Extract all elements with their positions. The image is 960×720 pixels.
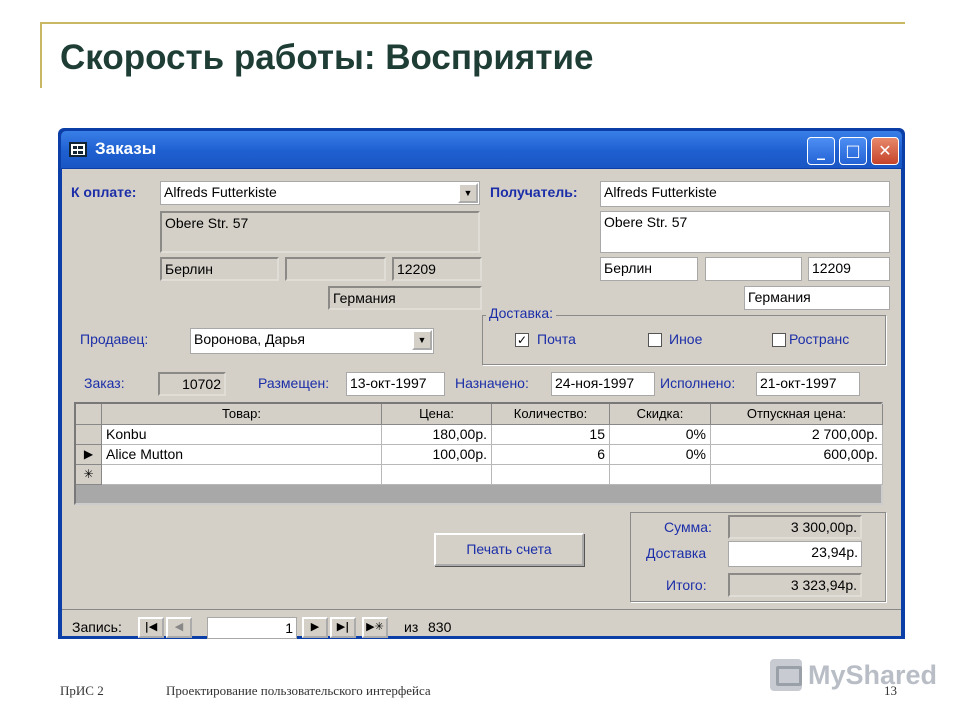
new-record-icon[interactable]: ▶✳ (362, 617, 388, 638)
recipient-label: Получатель: (490, 184, 578, 200)
billing-region-field[interactable] (285, 257, 386, 281)
window-title: Заказы (95, 139, 157, 158)
billing-customer-combo[interactable]: Alfreds Futterkiste ▼ (160, 181, 480, 205)
due-label: Назначено: (455, 375, 529, 391)
shipping-option-1-checkbox[interactable] (648, 333, 662, 347)
recipient-name-field[interactable]: Alfreds Futterkiste (600, 181, 890, 207)
record-number-field[interactable]: 1 (207, 617, 297, 639)
grid-header-total[interactable]: Отпускная цена: (711, 404, 883, 425)
shipping-option-1-label: Иное (669, 331, 703, 347)
grid-header-price[interactable]: Цена: (382, 404, 492, 425)
last-record-icon[interactable]: ▶| (330, 617, 356, 638)
total-field[interactable]: 3 323,94р. (728, 573, 862, 597)
order-label: Заказ: (84, 375, 125, 391)
footer-center: Проектирование пользовательского интерфе… (166, 683, 431, 698)
seller-combo[interactable]: Воронова, Дарья ▼ (190, 328, 434, 354)
form-body: К оплате: Alfreds Futterkiste ▼ Obere St… (62, 169, 901, 639)
slide-top-rule (40, 22, 905, 24)
table-cell-price[interactable]: 180,00р. (382, 425, 492, 445)
total-label: Итого: (666, 577, 707, 593)
due-date-field[interactable]: 24-ноя-1997 (551, 372, 655, 396)
billing-label: К оплате: (71, 184, 137, 200)
chevron-down-icon[interactable]: ▼ (412, 330, 432, 350)
shipping-option-0-label: Почта (537, 331, 576, 347)
table-cell-discount[interactable]: 0% (610, 425, 711, 445)
shipping-label: Доставка: (486, 305, 557, 321)
prev-record-icon[interactable]: ◀ (166, 617, 192, 638)
record-count: 830 (428, 619, 452, 635)
new-row-cell[interactable] (102, 465, 382, 485)
print-invoice-button[interactable]: Печать счета (434, 533, 584, 566)
grid-corner (76, 404, 102, 425)
next-record-icon[interactable]: ▶ (302, 617, 328, 638)
form-icon (69, 142, 87, 157)
billing-address-field[interactable]: Obere Str. 57 (160, 211, 480, 253)
table-cell-quantity[interactable]: 6 (492, 445, 610, 465)
new-row-cell[interactable] (711, 465, 883, 485)
seller-label: Продавец: (80, 331, 149, 347)
done-label: Исполнено: (660, 375, 736, 391)
table-cell-price[interactable]: 100,00р. (382, 445, 492, 465)
order-lines-grid: Товар: Цена: Количество: Скидка: Отпускн… (74, 402, 883, 505)
maximize-button[interactable]: □ (839, 137, 867, 165)
table-cell-total[interactable]: 600,00р. (711, 445, 883, 465)
seller-value: Воронова, Дарья (194, 331, 305, 347)
table-cell-discount[interactable]: 0% (610, 445, 711, 465)
billing-city-field[interactable]: Берлин (160, 257, 279, 281)
orders-window: Заказы _ □ ✕ К оплате: Alfreds Futterkis… (58, 128, 905, 639)
presentation-icon (770, 659, 802, 691)
shipping-cost-field[interactable]: 23,94р. (728, 541, 862, 567)
recipient-country-field[interactable]: Германия (744, 286, 890, 310)
billing-postal-field[interactable]: 12209 (392, 257, 482, 281)
close-button[interactable]: ✕ (871, 137, 899, 165)
placed-date-field[interactable]: 13-окт-1997 (346, 372, 445, 396)
recipient-city-field[interactable]: Берлин (600, 257, 698, 281)
table-cell-product[interactable]: Konbu (102, 425, 382, 445)
shipping-option-2-checkbox[interactable] (772, 333, 786, 347)
grid-header-discount[interactable]: Скидка: (610, 404, 711, 425)
sum-field[interactable]: 3 300,00р. (728, 515, 862, 539)
of-label: из (404, 619, 419, 635)
billing-country-field[interactable]: Германия (328, 286, 482, 310)
recipient-address-field[interactable]: Obere Str. 57 (600, 211, 890, 253)
table-cell-product[interactable]: Alice Mutton (102, 445, 382, 465)
new-row-cell[interactable] (382, 465, 492, 485)
navigator-divider (62, 609, 901, 610)
chevron-down-icon[interactable]: ▼ (458, 183, 478, 203)
window-titlebar[interactable]: Заказы _ □ ✕ (61, 131, 902, 168)
slide-left-rule (40, 22, 42, 88)
footer-left: ПрИС 2 (60, 683, 104, 698)
logo-text: MyShared (808, 659, 938, 690)
new-row-cell[interactable] (492, 465, 610, 485)
shipping-option-2-label: Ространс (789, 331, 850, 347)
shipping-option-0-checkbox[interactable]: ✓ (515, 333, 529, 347)
new-row-icon[interactable]: ✳ (76, 465, 102, 485)
table-cell-quantity[interactable]: 15 (492, 425, 610, 445)
table-cell-total[interactable]: 2 700,00р. (711, 425, 883, 445)
record-label: Запись: (72, 619, 122, 635)
watermark-logo: MyShared (770, 658, 937, 692)
order-id-field[interactable]: 10702 (158, 372, 226, 396)
grid-header-product[interactable]: Товар: (102, 404, 382, 425)
sum-label: Сумма: (664, 519, 712, 535)
recipient-region-field[interactable] (705, 257, 802, 281)
recipient-postal-field[interactable]: 12209 (808, 257, 890, 281)
slide-title: Скорость работы: Восприятие (60, 38, 594, 77)
placed-label: Размещен: (258, 375, 330, 391)
current-row-arrow-icon[interactable]: ▶ (76, 445, 102, 465)
minimize-button[interactable]: _ (807, 137, 835, 165)
billing-customer-value: Alfreds Futterkiste (164, 184, 277, 200)
first-record-icon[interactable]: |◀ (138, 617, 164, 638)
row-selector[interactable] (76, 425, 102, 445)
new-row-cell[interactable] (610, 465, 711, 485)
done-date-field[interactable]: 21-окт-1997 (756, 372, 860, 396)
shipping-cost-label: Доставка (646, 545, 707, 561)
grid-header-quantity[interactable]: Количество: (492, 404, 610, 425)
